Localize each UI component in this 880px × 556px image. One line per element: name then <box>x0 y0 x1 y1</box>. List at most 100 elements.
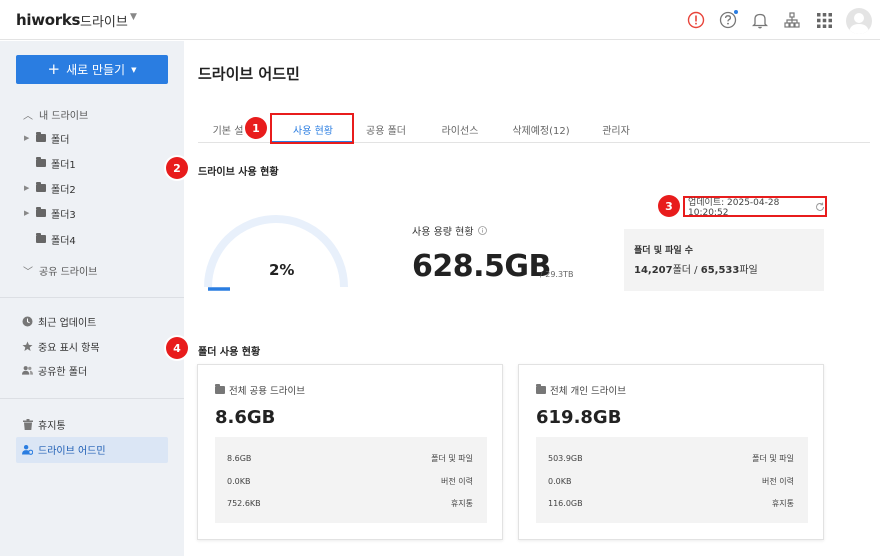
page-title: 드라이브 어드민 <box>198 65 300 83</box>
info-icon[interactable] <box>477 226 487 235</box>
folder-label: 폴더2 <box>51 184 76 196</box>
file-count-value: 14,207폴더 / 65,533파일 <box>634 261 758 276</box>
row-value: 0.0KB <box>548 476 572 486</box>
tab-license[interactable]: 라이선스 <box>424 115 496 143</box>
folder-icon <box>36 182 46 192</box>
folder-usage-section-title: 폴더 사용 현황 <box>198 347 261 358</box>
usage-gauge <box>204 215 348 291</box>
sidebar: + 새로 만들기 ▼ ︿ 내 드라이브 ▶ 폴더 폴더1 ▶ 폴더2 ▶ 폴더3… <box>0 41 184 556</box>
card-total: 8.6GB <box>215 407 276 428</box>
row-label: 폴더 및 파일 <box>431 453 473 463</box>
usage-total: / 29.3TB <box>540 270 574 279</box>
folder-count: 14,207 <box>634 265 673 276</box>
folder-label: 폴더1 <box>51 159 76 171</box>
gauge-percent: 2% <box>269 261 295 279</box>
bell-icon[interactable] <box>749 9 771 31</box>
my-drive-label: 내 드라이브 <box>39 111 89 122</box>
annotation-badge-3: 3 <box>658 195 680 217</box>
sidebar-item-starred[interactable]: 중요 표시 항목 <box>22 339 100 354</box>
file-count: 65,533 <box>700 265 740 276</box>
update-timestamp-text: 업데이트: 2025-04-28 10:20:52 <box>688 198 780 218</box>
chevron-up-icon: ︿ <box>23 111 33 122</box>
new-create-label: 새로 만들기 <box>66 63 126 77</box>
sidebar-folder-item[interactable]: ▶ 폴더3 <box>24 206 76 221</box>
card-breakdown: 503.9GB 폴더 및 파일 0.0KB 버전 이력 116.0GB 휴지통 <box>536 437 808 523</box>
tab-label: 기본 설 <box>212 125 244 137</box>
file-count-box: 폴더 및 파일 수 14,207폴더 / 65,533파일 <box>624 229 824 291</box>
notification-dot <box>734 10 738 14</box>
shared-drive-label: 공유 드라이브 <box>39 267 98 278</box>
hiworks-logo[interactable]: hiworks <box>16 11 80 29</box>
folder-label: 폴더 <box>51 134 70 146</box>
user-avatar-icon[interactable] <box>846 8 872 34</box>
app-switcher-label[interactable]: 드라이브 <box>80 11 128 30</box>
annotation-badge-4: 4 <box>166 337 188 359</box>
card-total: 619.8GB <box>536 407 622 428</box>
tab-label: 관리자 <box>602 125 630 137</box>
tab-label: 삭제예정(12) <box>512 125 570 137</box>
tab-public-folder[interactable]: 공용 폴더 <box>350 115 422 143</box>
card-title-text: 전체 개인 드라이브 <box>550 386 626 397</box>
breakdown-row: 752.6KB 휴지통 <box>227 496 473 510</box>
sidebar-item-trash[interactable]: 휴지통 <box>22 417 66 432</box>
row-value: 0.0KB <box>227 476 251 486</box>
count-separator: / <box>691 265 701 276</box>
sidebar-folder-item[interactable]: ▶ 폴더2 <box>24 181 76 196</box>
sidebar-item-label: 드라이브 어드민 <box>38 445 106 457</box>
folder-icon <box>36 132 46 142</box>
sidebar-divider <box>0 398 184 399</box>
card-title: 전체 개인 드라이브 <box>536 383 626 397</box>
sidebar-item-drive-admin[interactable]: 드라이브 어드민 <box>22 442 106 457</box>
expand-arrow-icon[interactable]: ▶ <box>24 209 36 217</box>
tab-label: 공용 폴더 <box>366 125 406 137</box>
breakdown-row: 8.6GB 폴더 및 파일 <box>227 451 473 465</box>
folder-label: 폴더4 <box>51 235 76 247</box>
tab-admins[interactable]: 관리자 <box>586 115 646 143</box>
star-icon <box>22 341 33 352</box>
app-switcher-caret-icon[interactable]: ▼ <box>130 12 137 22</box>
annotation-highlight-box <box>270 113 354 144</box>
folder-label: 폴더3 <box>51 209 76 221</box>
row-value: 503.9GB <box>548 453 583 463</box>
card-title: 전체 공용 드라이브 <box>215 383 305 397</box>
sidebar-item-label: 공유한 폴더 <box>38 366 88 378</box>
expand-arrow-icon[interactable]: ▶ <box>24 184 36 192</box>
card-title-text: 전체 공용 드라이브 <box>229 386 305 397</box>
new-create-button[interactable]: + 새로 만들기 ▼ <box>16 55 168 84</box>
trash-icon <box>22 418 33 430</box>
breakdown-row: 0.0KB 버전 이력 <box>227 474 473 488</box>
shared-drive-section[interactable]: ﹀ 공유 드라이브 <box>22 263 97 278</box>
usage-capacity-label: 사용 용량 현황 <box>412 223 487 238</box>
sidebar-item-recent[interactable]: 최근 업데이트 <box>22 314 96 329</box>
public-drive-card: 전체 공용 드라이브 8.6GB 8.6GB 폴더 및 파일 0.0KB 버전 이력… <box>197 364 503 540</box>
row-value: 8.6GB <box>227 453 252 463</box>
apps-grid-icon[interactable] <box>813 9 835 31</box>
sidebar-folder-item[interactable]: 폴더4 <box>24 232 76 247</box>
tab-label: 라이선스 <box>441 125 479 137</box>
usage-capacity-text: 사용 용량 현황 <box>412 227 474 238</box>
my-drive-section[interactable]: ︿ 내 드라이브 <box>22 107 88 122</box>
row-value: 752.6KB <box>227 498 261 508</box>
breakdown-row: 503.9GB 폴더 및 파일 <box>548 451 794 465</box>
annotation-badge-2: 2 <box>166 157 188 179</box>
usage-value: 628.5GB <box>412 249 551 284</box>
tab-scheduled-delete[interactable]: 삭제예정(12) <box>498 115 584 143</box>
org-chart-icon[interactable] <box>781 9 803 31</box>
personal-drive-card: 전체 개인 드라이브 619.8GB 503.9GB 폴더 및 파일 0.0KB 버… <box>518 364 824 540</box>
folder-icon <box>36 233 46 243</box>
admin-user-icon <box>22 444 33 455</box>
row-label: 휴지통 <box>771 498 794 508</box>
alert-icon[interactable] <box>685 9 707 31</box>
sidebar-folder-item[interactable]: 폴더1 <box>24 156 76 171</box>
annotation-badge-1: 1 <box>245 117 267 139</box>
help-icon[interactable] <box>717 9 739 31</box>
breakdown-row: 116.0GB 휴지통 <box>548 496 794 510</box>
file-unit: 파일 <box>739 265 758 276</box>
file-count-label: 폴더 및 파일 수 <box>634 246 694 256</box>
refresh-icon[interactable] <box>815 202 825 212</box>
folder-shared-icon <box>536 384 546 394</box>
row-label: 버전 이력 <box>441 476 473 486</box>
sidebar-folder-item[interactable]: ▶ 폴더 <box>24 131 70 146</box>
sidebar-item-shared-folder[interactable]: 공유한 폴더 <box>22 363 88 378</box>
expand-arrow-icon[interactable]: ▶ <box>24 134 36 142</box>
